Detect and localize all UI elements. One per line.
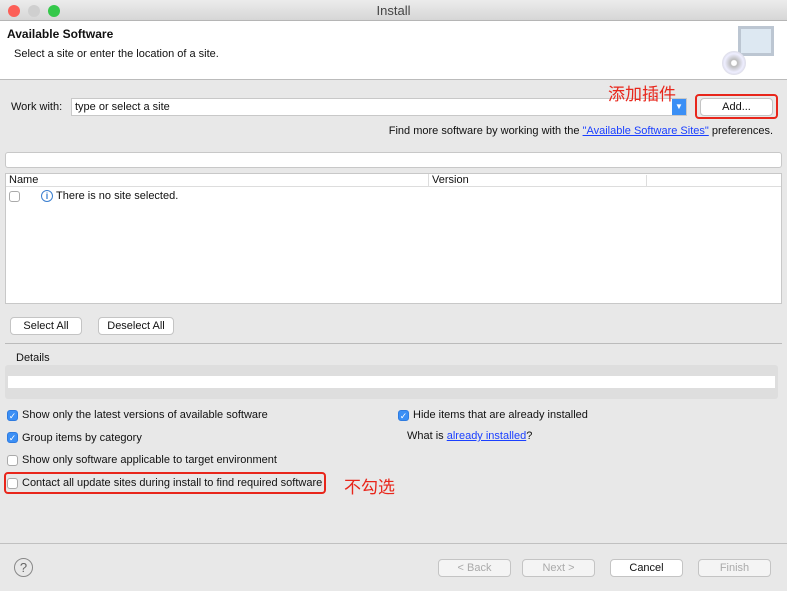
- latest-versions-checkbox[interactable]: ✓: [7, 410, 18, 421]
- next-button[interactable]: Next >: [522, 559, 595, 577]
- help-icon[interactable]: ?: [14, 558, 33, 577]
- divider: [5, 343, 782, 344]
- hide-installed-label: Hide items that are already installed: [413, 409, 588, 421]
- details-panel: [5, 365, 778, 399]
- table-header: Name Version: [6, 174, 781, 187]
- details-text: [8, 376, 775, 388]
- info-icon: i: [41, 190, 53, 202]
- column-version[interactable]: Version: [428, 174, 469, 186]
- what-is-suffix: ?: [526, 430, 532, 442]
- row-checkbox[interactable]: [9, 191, 20, 202]
- column-name[interactable]: Name: [9, 174, 38, 186]
- contact-update-sites-checkbox[interactable]: [7, 478, 18, 489]
- work-with-label: Work with:: [11, 101, 62, 113]
- available-software-sites-link[interactable]: "Available Software Sites": [583, 125, 709, 137]
- already-installed-link[interactable]: already installed: [447, 430, 527, 442]
- hide-installed-checkbox[interactable]: ✓: [398, 410, 409, 421]
- filter-input[interactable]: [5, 152, 782, 168]
- latest-versions-label: Show only the latest versions of availab…: [22, 409, 268, 421]
- annotation-add-plugin: 添加插件: [608, 80, 676, 105]
- table-row: i There is no site selected.: [6, 189, 781, 205]
- zoom-button[interactable]: [48, 5, 60, 17]
- select-all-button[interactable]: Select All: [10, 317, 82, 335]
- finish-button[interactable]: Finish: [698, 559, 771, 577]
- find-more-suffix: preferences.: [709, 125, 773, 137]
- details-label: Details: [16, 352, 50, 364]
- what-is-prefix: What is: [407, 430, 447, 442]
- software-table: Name Version i There is no site selected…: [5, 173, 782, 304]
- find-more-text: Find more software by working with the "…: [389, 125, 773, 137]
- contact-update-sites-label: Contact all update sites during install …: [22, 477, 322, 489]
- back-button[interactable]: < Back: [438, 559, 511, 577]
- cancel-button[interactable]: Cancel: [610, 559, 683, 577]
- work-with-input[interactable]: type or select a site: [75, 101, 170, 113]
- header-banner: Available Software Select a site or ente…: [0, 21, 787, 80]
- footer-divider: [0, 543, 787, 544]
- deselect-all-button[interactable]: Deselect All: [98, 317, 174, 335]
- page-title: Available Software: [7, 27, 113, 41]
- add-button[interactable]: Add...: [700, 98, 773, 116]
- minimize-button[interactable]: [28, 5, 40, 17]
- close-button[interactable]: [8, 5, 20, 17]
- window-title: Install: [377, 3, 411, 18]
- target-environment-checkbox[interactable]: [7, 455, 18, 466]
- empty-message: There is no site selected.: [56, 190, 178, 202]
- group-by-category-checkbox[interactable]: ✓: [7, 432, 18, 443]
- work-with-combo[interactable]: type or select a site ▼: [71, 98, 687, 116]
- title-bar: Install: [0, 0, 787, 21]
- what-is-text: What is already installed?: [407, 430, 532, 442]
- find-more-prefix: Find more software by working with the: [389, 125, 583, 137]
- group-by-category-label: Group items by category: [22, 432, 142, 444]
- annotation-uncheck: 不勾选: [344, 473, 395, 498]
- cd-icon: [722, 51, 746, 75]
- monitor-icon: [738, 26, 774, 56]
- target-environment-label: Show only software applicable to target …: [22, 454, 277, 466]
- page-subtitle: Select a site or enter the location of a…: [14, 48, 219, 60]
